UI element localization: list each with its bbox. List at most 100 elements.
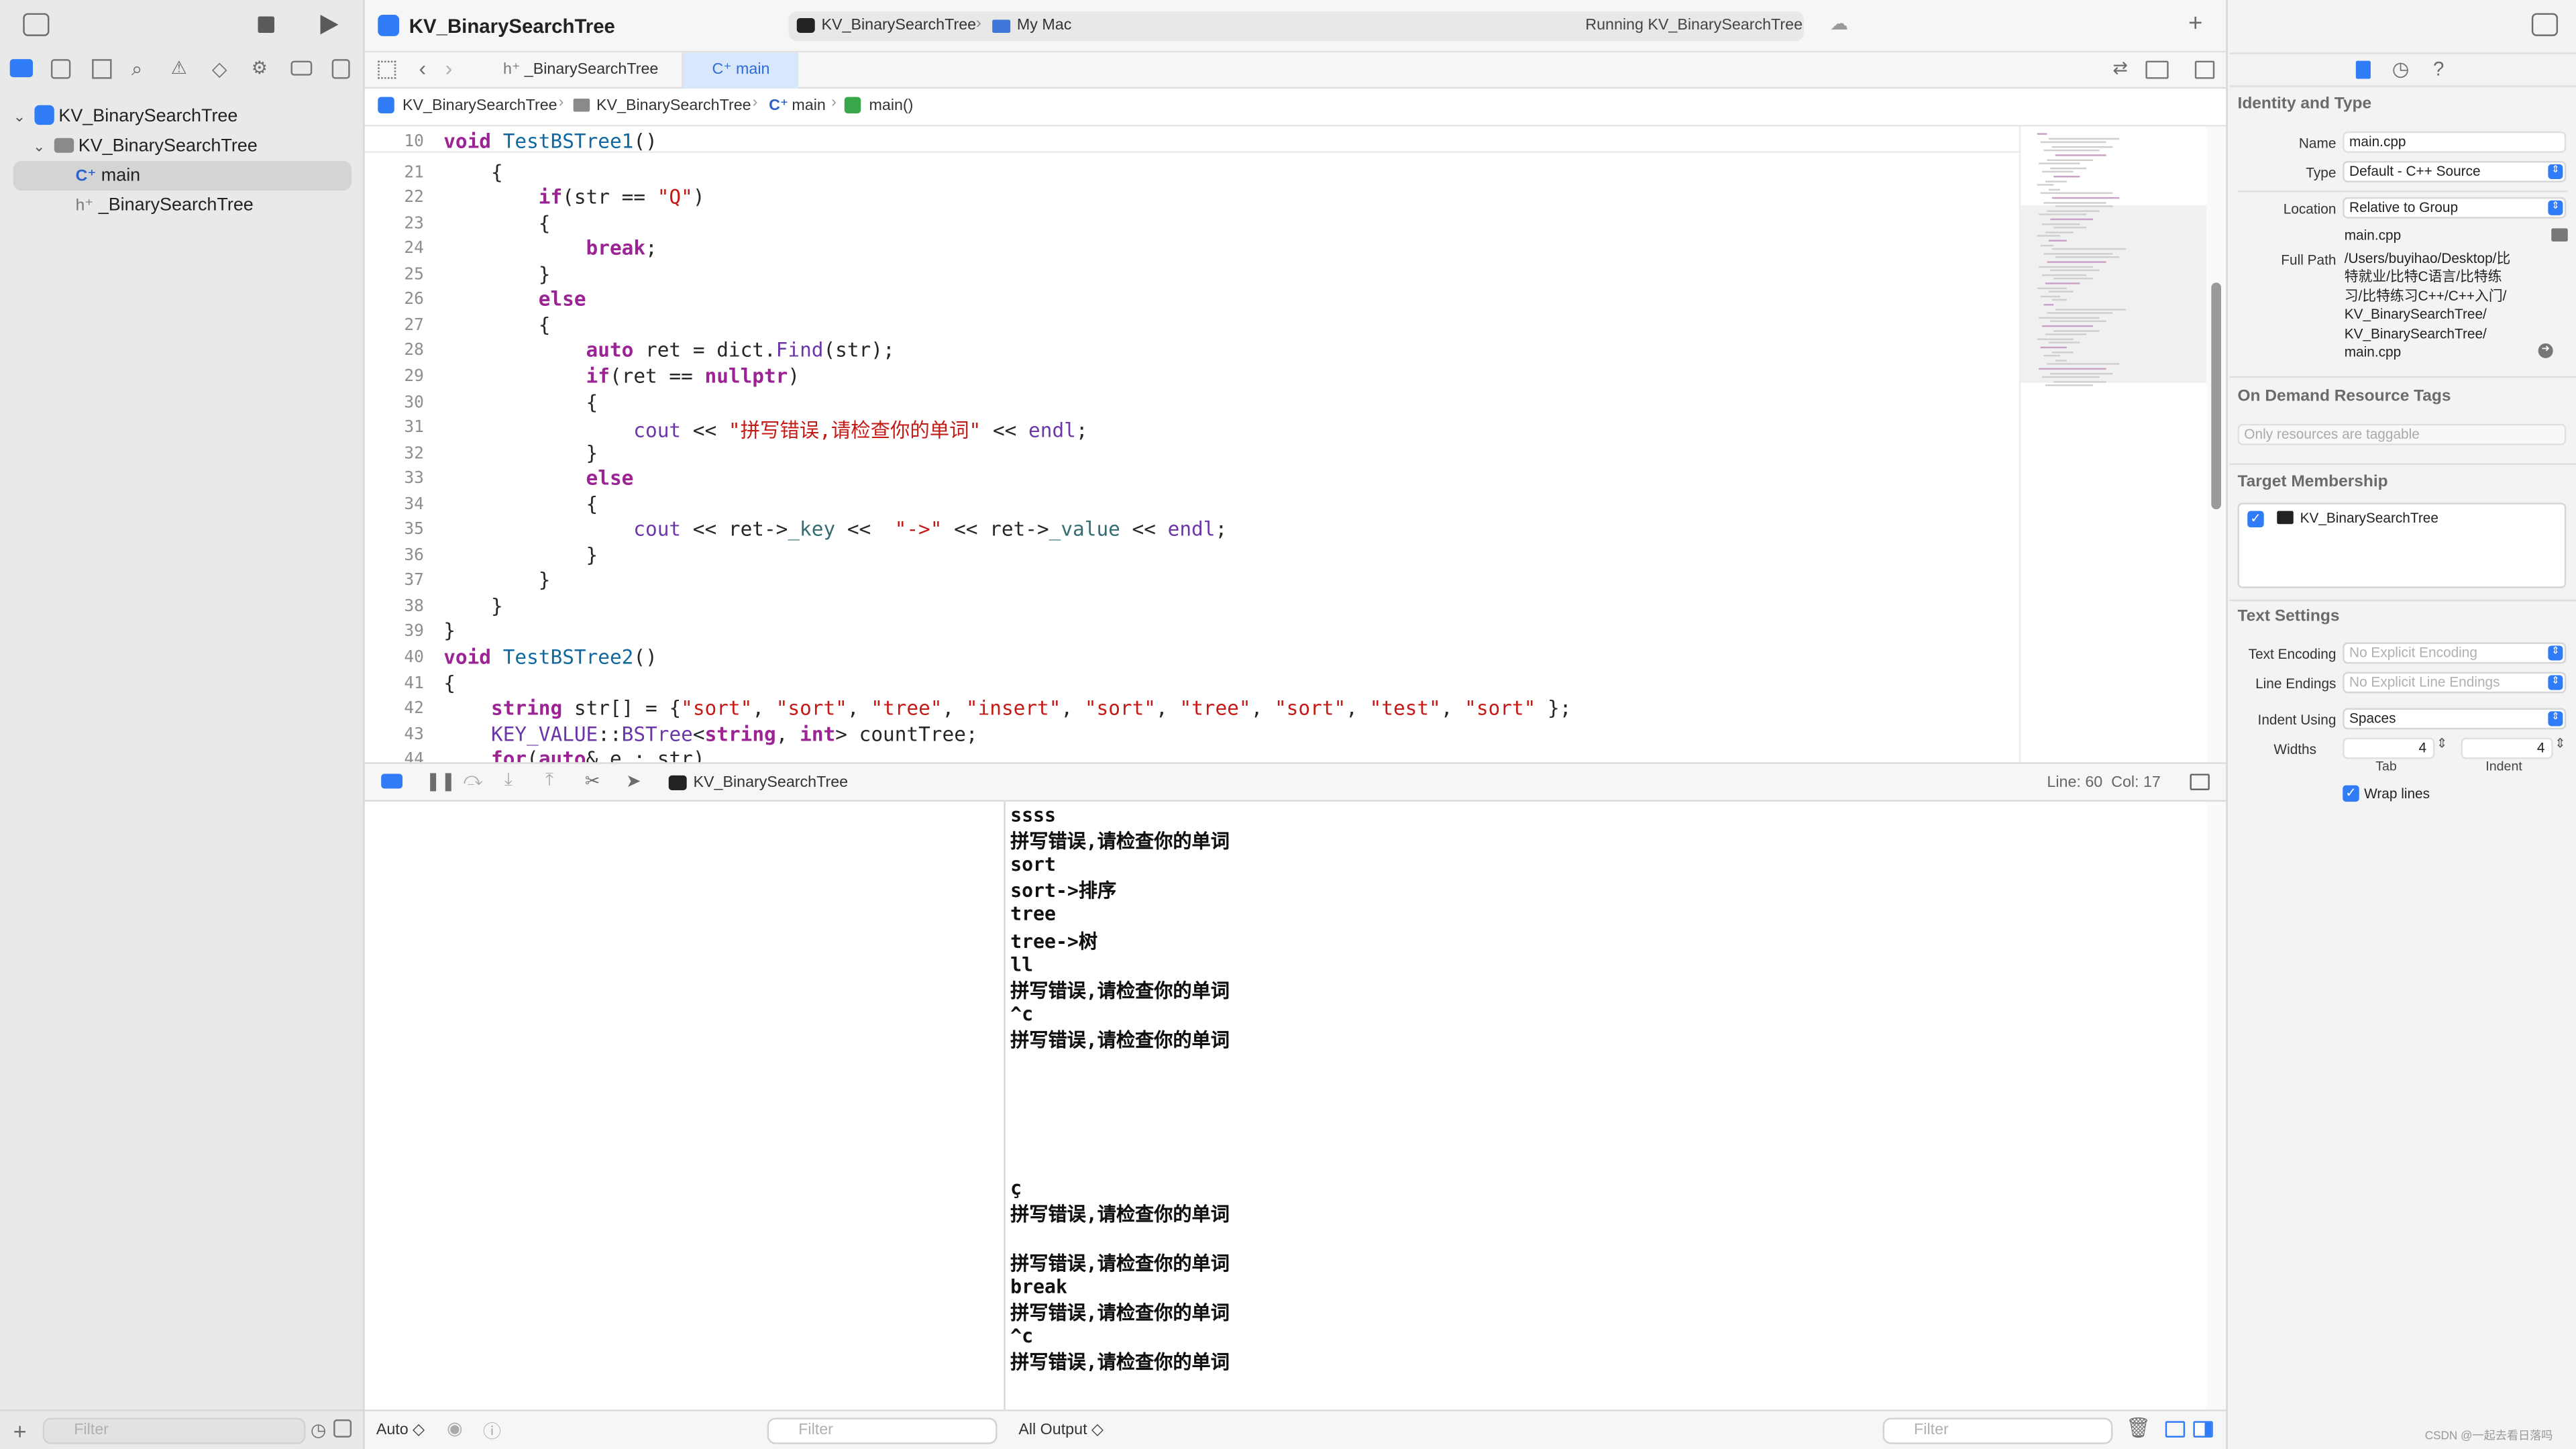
- test-icon[interactable]: ◇: [212, 58, 227, 80]
- navigator-filter[interactable]: Filter: [42, 1417, 306, 1444]
- code-line[interactable]: else: [443, 467, 634, 490]
- auto-selector[interactable]: Auto ◇: [376, 1421, 425, 1439]
- editor-options-icon[interactable]: [2145, 60, 2169, 79]
- history-icon[interactable]: ◷: [2392, 58, 2410, 80]
- stepper-icon[interactable]: ⇕: [2555, 736, 2565, 751]
- variables-view[interactable]: [364, 802, 1006, 1410]
- minimap-line: [2043, 201, 2106, 203]
- code-line[interactable]: {: [443, 211, 551, 234]
- memory-graph-icon[interactable]: ✂: [585, 771, 600, 792]
- code-line[interactable]: }: [443, 543, 598, 566]
- indent-width-field[interactable]: 4: [2461, 737, 2553, 759]
- eye-icon[interactable]: ◉: [447, 1417, 463, 1439]
- add-icon[interactable]: +: [13, 1417, 27, 1444]
- scm-filter-icon[interactable]: [333, 1419, 352, 1438]
- code-line[interactable]: for(auto& e : str): [443, 748, 705, 763]
- source-editor[interactable]: 10 void TestBSTree1() 21 {22 if(str == "Q"…: [364, 126, 2019, 763]
- add-tab-icon[interactable]: +: [2188, 10, 2202, 38]
- breakpoints-toggle-icon[interactable]: [381, 773, 402, 789]
- code-line[interactable]: {: [443, 313, 551, 336]
- minimap[interactable]: [2019, 126, 2208, 763]
- stepper-icon[interactable]: ⇕: [2436, 736, 2447, 751]
- debug-icon[interactable]: ⚙: [252, 58, 268, 78]
- code-line[interactable]: void TestBSTree1(): [443, 129, 657, 152]
- scheme-selector[interactable]: KV_BinarySearchTree › My Mac Running KV_…: [788, 11, 1804, 42]
- code-line[interactable]: }: [443, 594, 503, 617]
- target-checkbox[interactable]: ✓: [2247, 511, 2264, 528]
- console-filter[interactable]: Filter: [1882, 1417, 2113, 1444]
- location-icon[interactable]: ➤: [626, 771, 641, 792]
- console-output[interactable]: ssss 拼写错误,请检查你的单词 sort sort->排序 tree tree->树 l…: [1007, 802, 2206, 1410]
- file-main[interactable]: C⁺ main: [13, 161, 352, 191]
- stop-button[interactable]: [258, 16, 274, 33]
- code-line[interactable]: auto ret = dict.Find(str);: [443, 339, 895, 362]
- folder-icon[interactable]: [2551, 228, 2568, 241]
- code-line[interactable]: {: [443, 390, 598, 413]
- type-popup[interactable]: Default - C++ Source ⇕: [2343, 161, 2567, 182]
- name-field[interactable]: main.cpp: [2343, 131, 2567, 153]
- odr-tags-field[interactable]: Only resources are taggable: [2237, 423, 2567, 445]
- report-icon[interactable]: [331, 59, 350, 79]
- code-line[interactable]: }: [443, 620, 455, 643]
- folder-icon[interactable]: [9, 59, 33, 78]
- grid-icon[interactable]: [378, 60, 396, 79]
- code-line[interactable]: cout << ret->_key << "->" << ret->_value…: [443, 518, 1227, 541]
- tab-binarysearchtree[interactable]: h⁺ _BinarySearchTree: [480, 52, 684, 89]
- swap-icon[interactable]: ⇄: [2112, 58, 2128, 78]
- location-popup[interactable]: Relative to Group ⇕: [2343, 197, 2567, 219]
- indent-popup[interactable]: Spaces ⇕: [2343, 708, 2567, 730]
- inspector-toggle-icon[interactable]: [2531, 13, 2559, 36]
- code-line[interactable]: }: [443, 569, 551, 592]
- file-inspector-icon[interactable]: [2355, 60, 2371, 79]
- code-line[interactable]: if(str == "Q"): [443, 186, 705, 209]
- code-line[interactable]: KEY_VALUE::BSTree<string, int> countTree…: [443, 722, 978, 745]
- code-line[interactable]: string str[] = {"sort", "sort", "tree", …: [443, 697, 1571, 720]
- step-into-icon[interactable]: ⤓: [504, 771, 513, 792]
- code-line[interactable]: {: [443, 160, 503, 183]
- project-root[interactable]: ⌄ KV_BinarySearchTree: [13, 102, 352, 131]
- tab-width-field[interactable]: 4: [2343, 737, 2435, 759]
- tab-main[interactable]: C⁺ main: [683, 52, 799, 89]
- group-folder[interactable]: ⌄ KV_BinarySearchTree: [13, 131, 352, 161]
- show-console-icon[interactable]: [2193, 1421, 2213, 1438]
- chevron-right-icon: ›: [752, 93, 758, 112]
- step-out-icon[interactable]: ⤒: [545, 771, 553, 792]
- show-variables-icon[interactable]: [2165, 1421, 2186, 1438]
- code-line[interactable]: }: [443, 441, 598, 464]
- code-line[interactable]: {: [443, 672, 455, 694]
- step-over-icon[interactable]: ⤼: [464, 771, 483, 792]
- file-header[interactable]: h⁺ _BinarySearchTree: [13, 191, 352, 220]
- scroll-thumb[interactable]: [2211, 282, 2222, 510]
- run-button[interactable]: [320, 15, 339, 35]
- split-editor-icon[interactable]: [2194, 60, 2215, 79]
- code-line[interactable]: if(ret == nullptr): [443, 365, 800, 388]
- forward-icon[interactable]: ›: [445, 56, 453, 80]
- issue-icon[interactable]: ⚠: [171, 58, 187, 78]
- hide-debug-area-icon[interactable]: [2190, 773, 2210, 790]
- code-line[interactable]: {: [443, 492, 598, 515]
- line-endings-popup[interactable]: No Explicit Line Endings ⇕: [2343, 672, 2567, 694]
- symbol-icon[interactable]: [92, 59, 112, 79]
- code-line[interactable]: break;: [443, 237, 657, 260]
- code-line[interactable]: }: [443, 262, 551, 285]
- minimap-line: [2037, 286, 2067, 289]
- breakpoint-icon[interactable]: [290, 60, 313, 76]
- help-icon[interactable]: ?: [2433, 58, 2444, 80]
- back-icon[interactable]: ‹: [419, 56, 426, 80]
- encoding-popup[interactable]: No Explicit Encoding ⇕: [2343, 642, 2567, 664]
- sidebar-toggle-icon[interactable]: [23, 13, 50, 36]
- output-selector[interactable]: All Output ◇: [1018, 1421, 1104, 1439]
- trash-icon[interactable]: 🗑: [2126, 1416, 2151, 1439]
- source-control-icon[interactable]: [50, 59, 71, 79]
- console-line: 拼写错误,请检查你的单词: [1010, 829, 1230, 853]
- variables-filter[interactable]: Filter: [767, 1417, 998, 1444]
- code-line[interactable]: cout << "拼写错误,请检查你的单词" << endl;: [443, 416, 1087, 444]
- wrap-lines-checkbox[interactable]: ✓: [2343, 785, 2359, 802]
- info-icon[interactable]: ⓘ: [483, 1417, 501, 1444]
- reveal-arrow-icon[interactable]: ➜: [2538, 343, 2553, 358]
- code-line[interactable]: void TestBSTree2(): [443, 645, 657, 668]
- recent-icon[interactable]: ◷: [311, 1419, 327, 1440]
- search-icon[interactable]: ⌕: [131, 58, 142, 83]
- pause-icon[interactable]: ❚❚: [425, 771, 455, 792]
- code-line[interactable]: else: [443, 288, 586, 311]
